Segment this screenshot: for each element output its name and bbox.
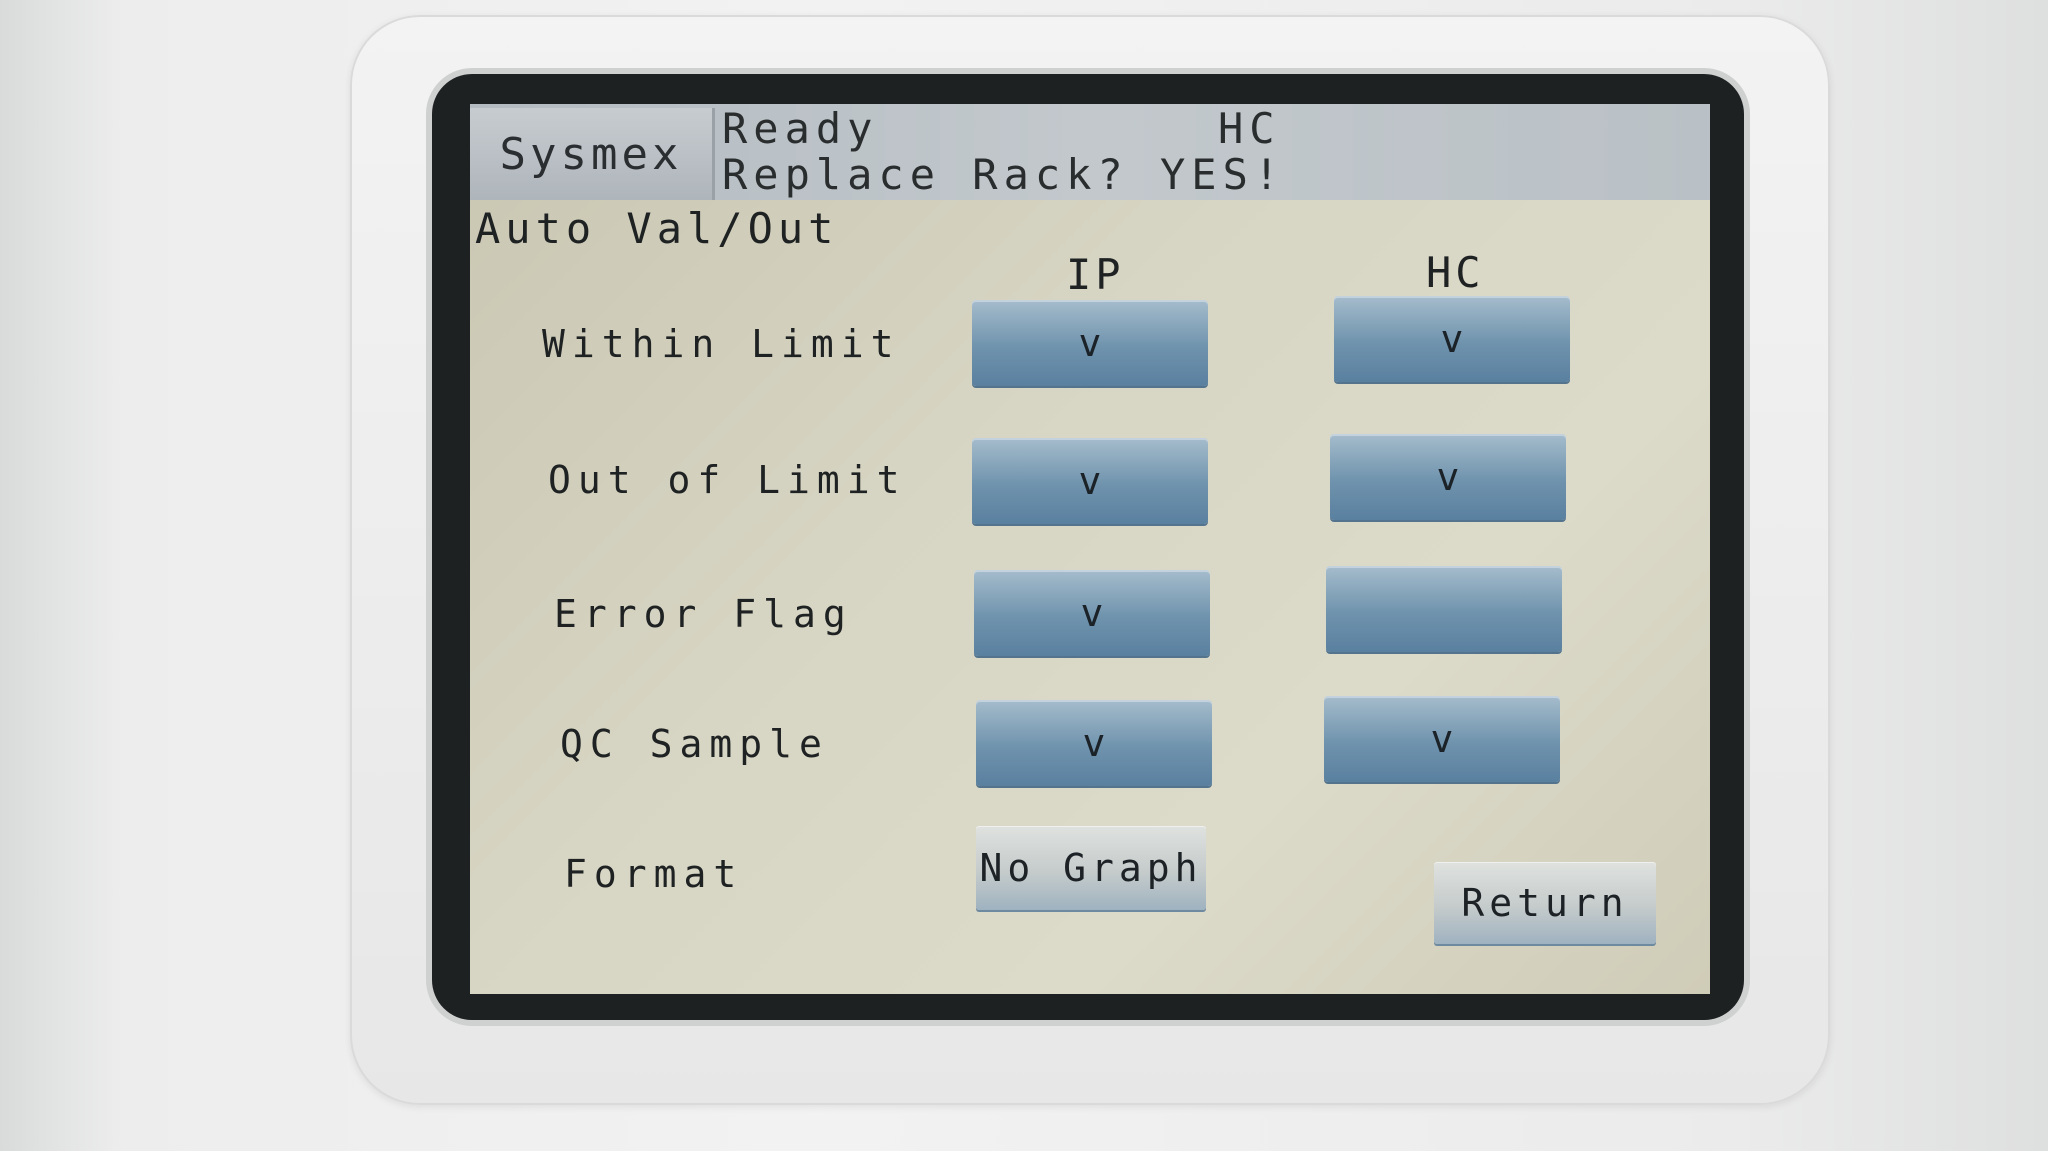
page-title: Auto Val/Out: [475, 204, 839, 253]
error-flag-hc-toggle[interactable]: [1326, 566, 1562, 652]
qc-sample-ip-toggle[interactable]: v: [976, 700, 1212, 786]
format-select-button[interactable]: No Graph: [976, 826, 1206, 910]
row-label-error-flag: Error Flag: [554, 592, 853, 636]
status-message: Replace Rack? YES!: [722, 150, 1286, 199]
row-label-format: Format: [564, 852, 744, 896]
device-housing: Sysmex Ready HC Replace Rack? YES! Auto …: [0, 0, 2048, 1151]
brand-button[interactable]: Sysmex: [470, 108, 715, 200]
lcd-screen: Sysmex Ready HC Replace Rack? YES! Auto …: [470, 104, 1710, 994]
status-mode: HC: [1218, 104, 1281, 153]
column-header-ip: IP: [1066, 250, 1125, 299]
column-header-hc: HC: [1426, 248, 1485, 297]
within-limit-ip-toggle[interactable]: v: [972, 300, 1208, 386]
within-limit-hc-toggle[interactable]: v: [1334, 296, 1570, 382]
out-of-limit-ip-toggle[interactable]: v: [972, 438, 1208, 524]
row-label-qc-sample: QC Sample: [560, 722, 829, 766]
row-label-within-limit: Within Limit: [542, 322, 901, 366]
out-of-limit-hc-toggle[interactable]: v: [1330, 434, 1566, 520]
status-ready: Ready: [722, 104, 879, 153]
error-flag-ip-toggle[interactable]: v: [974, 570, 1210, 656]
return-button[interactable]: Return: [1434, 862, 1656, 944]
qc-sample-hc-toggle[interactable]: v: [1324, 696, 1560, 782]
status-bar: Sysmex Ready HC Replace Rack? YES!: [470, 104, 1710, 200]
row-label-out-of-limit: Out of Limit: [548, 458, 907, 502]
